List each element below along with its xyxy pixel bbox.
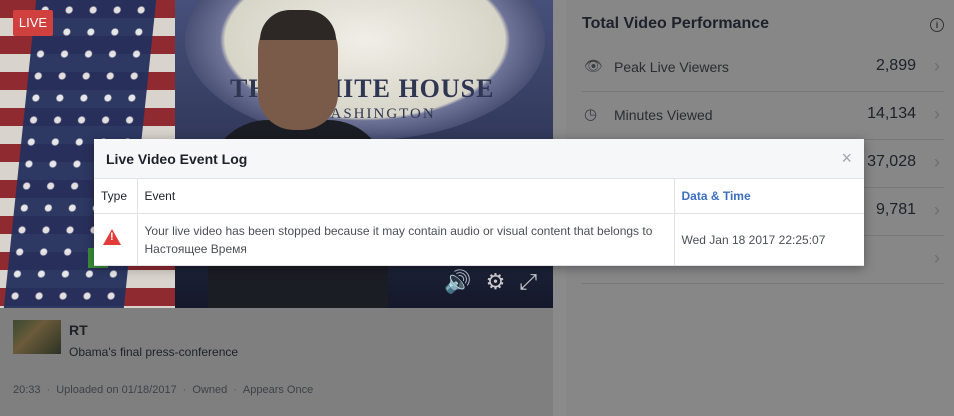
column-header-datetime[interactable]: Data & Time bbox=[674, 179, 864, 214]
meta-separator: · bbox=[46, 384, 51, 396]
appearance-status: Appears Once bbox=[242, 384, 314, 396]
video-description: Obama's final press-conference bbox=[69, 345, 239, 359]
stat-label: Minutes Viewed bbox=[614, 107, 713, 123]
stat-row-peak-live-viewers[interactable]: 👁 Peak Live Viewers 2,899 › bbox=[582, 44, 944, 92]
modal-title: Live Video Event Log bbox=[106, 151, 248, 167]
warning-icon bbox=[103, 229, 121, 245]
event-message: Your live video has been stopped because… bbox=[137, 213, 675, 266]
channel-name[interactable]: RT bbox=[69, 322, 88, 338]
stat-row-minutes-viewed[interactable]: ◷ Minutes Viewed 14,134 › bbox=[582, 92, 944, 140]
column-header-event: Event bbox=[137, 179, 675, 214]
chevron-right-icon: › bbox=[934, 200, 940, 220]
stat-label: Peak Live Viewers bbox=[614, 59, 729, 75]
speaker-hair bbox=[260, 10, 336, 40]
event-type-cell bbox=[94, 213, 138, 266]
ownership-status: Owned bbox=[192, 384, 228, 396]
table-header-row: Type Event Data & Time bbox=[94, 179, 864, 214]
info-icon[interactable]: i bbox=[930, 18, 944, 32]
settings-gear-icon[interactable]: ⚙ bbox=[486, 270, 506, 294]
chevron-right-icon: › bbox=[934, 248, 940, 268]
clock-icon: ◷ bbox=[584, 106, 598, 123]
video-duration: 20:33 bbox=[13, 384, 41, 396]
performance-title: Total Video Performance bbox=[582, 15, 770, 32]
eye-icon: 👁 bbox=[584, 58, 604, 75]
table-row: Your live video has been stopped because… bbox=[94, 213, 864, 266]
column-header-type: Type bbox=[94, 179, 138, 214]
stat-value: 9,781 bbox=[875, 201, 916, 218]
volume-icon[interactable]: 🔊 bbox=[444, 270, 471, 294]
fullscreen-icon[interactable]: ⤢ bbox=[519, 270, 537, 294]
meta-separator: · bbox=[182, 384, 187, 396]
close-icon[interactable]: × bbox=[841, 148, 852, 169]
chevron-right-icon: › bbox=[934, 56, 940, 76]
video-controls: 🔊 ⚙ ⤢ bbox=[444, 270, 537, 294]
event-log-table: Type Event Data & Time Your live video h… bbox=[94, 179, 864, 266]
stat-value: 37,028 bbox=[867, 153, 916, 170]
meta-separator: · bbox=[233, 384, 237, 396]
stat-value: 14,134 bbox=[867, 105, 916, 122]
video-info: RT Obama's final press-conference 20:33 ·… bbox=[0, 308, 553, 416]
upload-date: Uploaded on 01/18/2017 bbox=[56, 384, 177, 396]
modal-header: Live Video Event Log × bbox=[94, 139, 864, 179]
video-meta: 20:33 · Uploaded on 01/18/2017 · Owned · Appea… bbox=[13, 384, 313, 396]
live-badge: LIVE bbox=[13, 10, 53, 36]
channel-thumbnail[interactable] bbox=[13, 320, 61, 354]
event-datetime: Wed Jan 18 2017 22:25:07 bbox=[674, 213, 864, 266]
chevron-right-icon: › bbox=[934, 152, 940, 172]
event-log-modal: Live Video Event Log × Type Event Data &… bbox=[94, 139, 864, 266]
chevron-right-icon: › bbox=[934, 104, 940, 124]
stat-value: 2,899 bbox=[875, 57, 916, 74]
